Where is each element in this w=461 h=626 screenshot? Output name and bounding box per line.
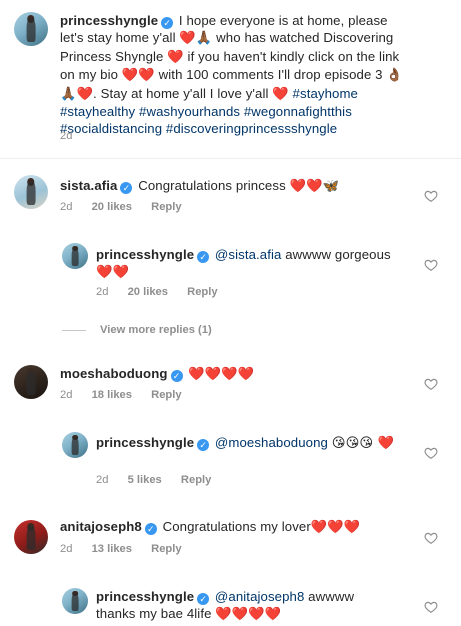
comment-text: sista.afia ✓ Congratulations princess ❤️❤… [60,177,400,195]
comment-timestamp: 2d [60,389,73,401]
reply-username[interactable]: princesshyngle [96,435,194,450]
reply-text: princesshyngle ✓ @moeshaboduong 😘😘😘 ❤️ [96,434,406,452]
caption-text: princesshyngle ✓ I hope everyone is at ho… [60,12,405,138]
comment-body: Congratulations my lover [162,519,311,534]
heart-outline-icon[interactable] [424,531,438,545]
avatar-princesshyngle-reply[interactable] [62,432,88,458]
comment-meta: 2d 20 likes Reply [60,201,198,213]
comment-username[interactable]: anitajoseph8 [60,519,142,534]
reply-timestamp: 2d [96,286,109,298]
heart-outline-icon[interactable] [424,600,438,614]
view-more-label[interactable]: View more replies (1) [100,324,212,336]
reply-body: awwww gorgeous [281,247,391,262]
reply-likes[interactable]: 20 likes [128,286,168,298]
reply-meta: 2d 5 likes Reply [96,474,227,486]
reply-timestamp: 2d [96,474,109,486]
view-more-line [62,329,86,331]
heart-outline-icon[interactable] [424,189,438,203]
verified-badge-icon: ✓ [197,439,210,451]
heart-outline-icon[interactable] [424,446,438,460]
caption-username[interactable]: princesshyngle [60,13,158,28]
reply-button[interactable]: Reply [151,201,181,213]
reply-likes[interactable]: 5 likes [128,474,162,486]
heart-outline-icon[interactable] [424,258,438,272]
heart-outline-icon[interactable] [424,377,438,391]
avatar-figure [26,18,36,42]
avatar-princesshyngle-caption[interactable] [14,12,48,46]
comment-username[interactable]: sista.afia [60,178,117,193]
reply-text: princesshyngle ✓ @sista.afia awwww gorgeo… [96,246,406,282]
avatar-sista-afia[interactable] [14,175,48,209]
reply-emoji: ❤️❤️ [96,265,130,281]
caption-timestamp: 2d [60,130,73,142]
avatar-figure [71,592,79,611]
reply-username[interactable]: princesshyngle [96,247,194,262]
avatar-anitajoseph8[interactable] [14,520,48,554]
avatar-figure [26,526,36,550]
avatar-figure [71,247,79,266]
verified-badge-icon: ✓ [197,251,210,263]
reply-button[interactable]: Reply [181,474,211,486]
caption-emoji-3: ❤️❤️ [121,68,155,84]
comment-emoji: ❤️❤️❤️ [310,520,361,535]
comment-likes[interactable]: 18 likes [92,389,132,401]
caption-text-5: . Stay at home y'all I love y'all [93,85,273,101]
comment-meta: 2d 18 likes Reply [60,389,198,401]
reply-mention[interactable]: @sista.afia [215,247,282,262]
reply-mention[interactable]: @anitajoseph8 [215,589,304,604]
verified-badge-icon: ✓ [170,370,183,382]
verified-badge-icon: ✓ [161,17,174,29]
reply-button[interactable]: Reply [151,543,181,555]
caption-text-4: with 100 comments I'll drop episode 3 [154,67,387,83]
comment-timestamp: 2d [60,201,73,213]
avatar-moeshaboduong[interactable] [14,365,48,399]
verified-badge-icon: ✓ [197,593,210,605]
comment-text: anitajoseph8 ✓ Congratulations my lover❤️… [60,518,400,536]
comment-text: moeshaboduong ✓ ❤️❤️❤️❤️ [60,365,400,383]
comment-likes[interactable]: 13 likes [92,543,132,555]
comment-timestamp: 2d [60,543,73,555]
avatar-figure [26,371,36,395]
comment-username[interactable]: moeshaboduong [60,366,168,381]
comment-likes[interactable]: 20 likes [92,201,132,213]
caption-meta: 2d [60,130,88,142]
reply-emoji: 😘😘😘 ❤️ [331,436,395,451]
view-more-replies[interactable]: View more replies (1) [62,324,212,336]
avatar-figure [26,181,36,205]
reply-button[interactable]: Reply [151,389,181,401]
comment-meta: 2d 13 likes Reply [60,543,198,555]
caption-emoji-2: ❤️ [167,49,184,65]
caption-emoji-1: ❤️🙏🏾 [179,31,213,47]
reply-mention[interactable]: @moeshaboduong [215,435,328,450]
avatar-princesshyngle-reply[interactable] [62,588,88,614]
reply-button[interactable]: Reply [187,286,217,298]
reply-text: princesshyngle ✓ @anitajoseph8 awwww than… [96,588,386,624]
reply-meta: 2d 20 likes Reply [96,286,234,298]
comment-body: Congratulations princess [138,178,290,193]
comment-emoji: ❤️❤️❤️❤️ [188,367,255,382]
comment-emoji: ❤️❤️🦋 [289,179,340,194]
reply-emoji: ❤️❤️❤️❤️ [215,607,282,623]
caption-divider [0,158,461,159]
verified-badge-icon: ✓ [120,182,133,194]
reply-username[interactable]: princesshyngle [96,589,194,604]
avatar-princesshyngle-reply[interactable] [62,243,88,269]
verified-badge-icon: ✓ [144,523,157,535]
avatar-figure [71,436,79,455]
caption-emoji-5: ❤️ [272,86,289,102]
